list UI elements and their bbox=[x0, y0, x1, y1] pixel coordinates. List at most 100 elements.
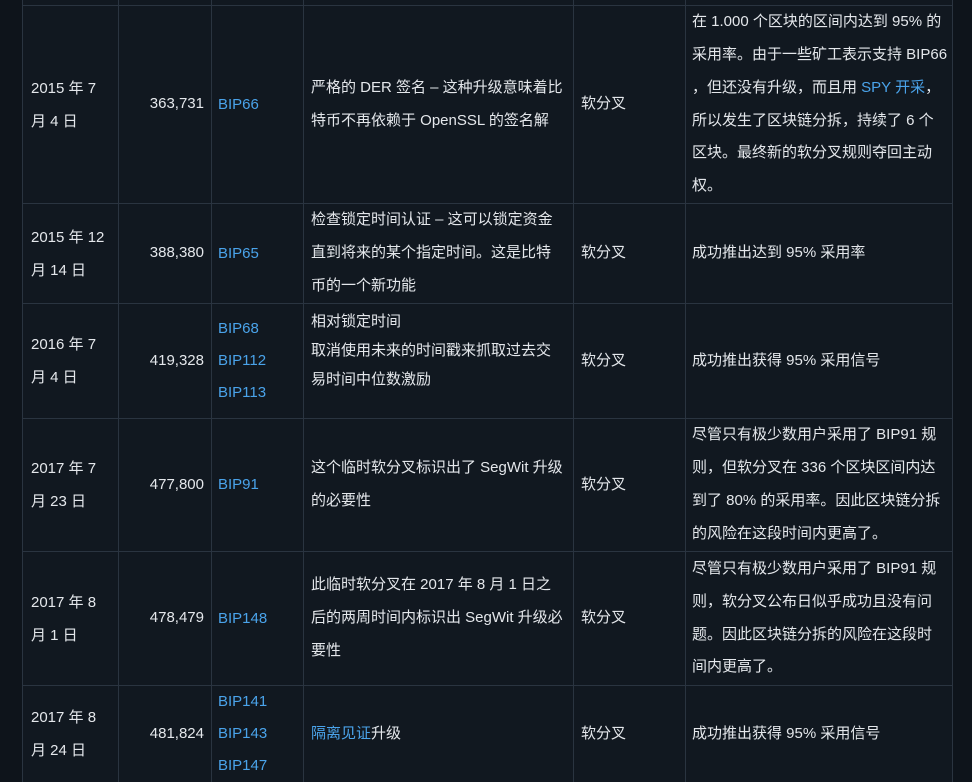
notes-line: 在 1.000 个区块的区间内达到 95% 的 bbox=[692, 13, 942, 31]
block-height-cell: 481,824 bbox=[118, 686, 211, 782]
description-line: 特币不再依赖于 OpenSSL 的签名解 bbox=[311, 111, 549, 129]
segwit-link[interactable]: 隔离见证 bbox=[311, 725, 371, 742]
date-text: 2015 年 7 月 4 日 bbox=[31, 79, 97, 130]
date-cell: 2015 年 12 月 14 日 bbox=[22, 204, 118, 303]
notes-line: ，但还没有升级，而且用 SPY 开采， bbox=[692, 72, 940, 105]
notes-line: 权。 bbox=[692, 177, 723, 195]
date-text: 2016 年 7 月 4 日 bbox=[31, 336, 97, 386]
notes-line: 则，软分叉公布日似乎成功且没有问 bbox=[692, 592, 933, 610]
bip-cell: BIP66 bbox=[211, 6, 303, 203]
description-line: 严格的 DER 签名 – 这种升级意味着比 bbox=[311, 78, 563, 96]
bip-link[interactable]: BIP65 bbox=[218, 238, 259, 270]
description-line: 取消使用未来的时间戳来抓取过去交 bbox=[311, 342, 552, 359]
fork-type: 软分叉 bbox=[581, 475, 627, 493]
table-row: 2015 年 7 月 4 日 363,731 BIP66 严格的 DER 签名 … bbox=[22, 6, 953, 204]
description-line: 易时间中位数激励 bbox=[311, 371, 432, 388]
description-line: 检查锁定时间认证 – 这可以锁定资金 bbox=[311, 211, 553, 229]
description-line: 相对锁定时间 bbox=[311, 313, 402, 330]
notes-cell: 尽管只有极少数用户采用了 BIP91 规 则，但软分叉在 336 个区块区间内达… bbox=[685, 419, 953, 551]
page: 2015 年 7 月 4 日 363,731 BIP66 严格的 DER 签名 … bbox=[0, 0, 972, 782]
notes-line: 所以发生了区块链分拆，持续了 6 个 bbox=[692, 111, 934, 129]
spy-mining-link[interactable]: SPY 开采 bbox=[861, 79, 925, 96]
date-text: 2017 年 7 月 23 日 bbox=[31, 460, 97, 510]
notes-line: 尽管只有极少数用户采用了 BIP91 规 bbox=[692, 426, 937, 444]
block-height-cell: 419,328 bbox=[118, 304, 211, 418]
table-row: 2016 年 7 月 4 日 419,328 BIP68 BIP112 BIP1… bbox=[22, 304, 953, 419]
bip-cell: BIP148 bbox=[211, 552, 303, 685]
bip-link[interactable]: BIP112 bbox=[218, 345, 266, 377]
fork-type-cell: 软分叉 bbox=[573, 686, 685, 782]
fork-type-cell: 软分叉 bbox=[573, 304, 685, 418]
description-cell bbox=[303, 0, 573, 5]
bip-cell bbox=[211, 0, 303, 5]
notes-text: ， bbox=[925, 78, 941, 96]
bip-cell: BIP141 BIP143 BIP147 bbox=[211, 686, 303, 782]
description-cell: 相对锁定时间 取消使用未来的时间戳来抓取过去交 易时间中位数激励 bbox=[303, 304, 573, 418]
block-height-cell bbox=[118, 0, 211, 5]
bip-link[interactable]: BIP91 bbox=[218, 469, 259, 501]
table-row: 2017 年 8 月 1 日 478,479 BIP148 此临时软分叉在 20… bbox=[22, 552, 953, 686]
notes-cell bbox=[685, 0, 953, 5]
bip-link[interactable]: BIP147 bbox=[218, 750, 267, 782]
description-line: 要性 bbox=[311, 641, 342, 659]
description-line: 直到将来的某个指定时间。这是比特 bbox=[311, 244, 552, 262]
description-line: 后的两周时间内标识出 SegWit 升级必 bbox=[311, 609, 563, 627]
bip-link[interactable]: BIP113 bbox=[218, 377, 266, 409]
bip-cell: BIP91 bbox=[211, 419, 303, 551]
block-height: 388,380 bbox=[149, 244, 204, 262]
notes-line: 采用率。由于一些矿工表示支持 BIP66 bbox=[692, 45, 948, 63]
block-height: 477,800 bbox=[149, 475, 204, 493]
bip-cell: BIP68 BIP112 BIP113 bbox=[211, 304, 303, 418]
date-text: 2017 年 8 月 24 日 bbox=[31, 709, 97, 759]
bip-link[interactable]: BIP68 bbox=[218, 313, 259, 345]
notes-line: 则，但软分叉在 336 个区块区间内达 bbox=[692, 459, 936, 477]
notes-line: 成功推出获得 95% 采用信号 bbox=[692, 724, 881, 742]
soft-fork-table: 2015 年 7 月 4 日 363,731 BIP66 严格的 DER 签名 … bbox=[22, 0, 953, 782]
bip-cell: BIP65 bbox=[211, 204, 303, 303]
notes-line: 成功推出达到 95% 采用率 bbox=[692, 244, 866, 262]
date-cell: 2017 年 8 月 1 日 bbox=[22, 552, 118, 685]
date-cell bbox=[22, 0, 118, 5]
description-line: 这个临时软分叉标识出了 SegWit 升级 bbox=[311, 459, 563, 477]
table-row: 2017 年 7 月 23 日 477,800 BIP91 这个临时软分叉标识出… bbox=[22, 419, 953, 552]
fork-type-cell bbox=[573, 0, 685, 5]
block-height-cell: 363,731 bbox=[118, 6, 211, 203]
fork-type-cell: 软分叉 bbox=[573, 6, 685, 203]
bip-link[interactable]: BIP143 bbox=[218, 718, 267, 750]
fork-type: 软分叉 bbox=[581, 609, 627, 627]
notes-line: 的风险在这段时间内更高了。 bbox=[692, 524, 888, 542]
fork-type: 软分叉 bbox=[581, 351, 627, 369]
bip-link[interactable]: BIP141 bbox=[218, 686, 267, 718]
block-height: 363,731 bbox=[149, 95, 204, 113]
fork-type-cell: 软分叉 bbox=[573, 552, 685, 685]
description-line: 币的一个新功能 bbox=[311, 276, 417, 294]
block-height: 419,328 bbox=[149, 351, 204, 369]
description-cell: 检查锁定时间认证 – 这可以锁定资金 直到将来的某个指定时间。这是比特 币的一个… bbox=[303, 204, 573, 303]
notes-line: 到了 80% 的采用率。因此区块链分拆 bbox=[692, 492, 941, 509]
fork-type-cell: 软分叉 bbox=[573, 204, 685, 303]
description-text: 升级 bbox=[371, 724, 402, 742]
bip-link[interactable]: BIP66 bbox=[218, 89, 259, 121]
block-height-cell: 477,800 bbox=[118, 419, 211, 551]
block-height-cell: 388,380 bbox=[118, 204, 211, 303]
notes-cell: 成功推出获得 95% 采用信号 bbox=[685, 304, 953, 418]
block-height: 478,479 bbox=[149, 609, 204, 627]
notes-line: 间内更高了。 bbox=[692, 658, 783, 676]
description-line: 此临时软分叉在 2017 年 8 月 1 日之 bbox=[311, 576, 552, 594]
block-height: 481,824 bbox=[149, 724, 204, 742]
notes-cell: 成功推出获得 95% 采用信号 bbox=[685, 686, 953, 782]
fork-type: 软分叉 bbox=[581, 95, 627, 113]
table-row: 2017 年 8 月 24 日 481,824 BIP141 BIP143 BI… bbox=[22, 686, 953, 782]
notes-line: 题。因此区块链分拆的风险在这段时 bbox=[692, 625, 933, 643]
date-text: 2015 年 12 月 14 日 bbox=[31, 228, 105, 279]
description-cell: 这个临时软分叉标识出了 SegWit 升级 的必要性 bbox=[303, 419, 573, 551]
date-cell: 2017 年 8 月 24 日 bbox=[22, 686, 118, 782]
bip-link[interactable]: BIP148 bbox=[218, 603, 267, 635]
notes-cell: 成功推出达到 95% 采用率 bbox=[685, 204, 953, 303]
fork-type-cell: 软分叉 bbox=[573, 419, 685, 551]
description-cell: 严格的 DER 签名 – 这种升级意味着比 特币不再依赖于 OpenSSL 的签… bbox=[303, 6, 573, 203]
date-cell: 2015 年 7 月 4 日 bbox=[22, 6, 118, 203]
description-cell: 此临时软分叉在 2017 年 8 月 1 日之 后的两周时间内标识出 SegWi… bbox=[303, 552, 573, 685]
notes-cell: 在 1.000 个区块的区间内达到 95% 的 采用率。由于一些矿工表示支持 B… bbox=[685, 6, 953, 203]
notes-text: ，但还没有升级，而且用 bbox=[692, 78, 862, 96]
